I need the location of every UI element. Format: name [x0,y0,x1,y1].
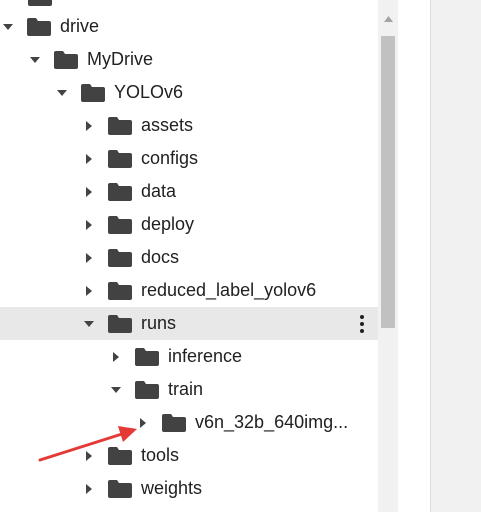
folder-icon [108,183,132,201]
caret-right-icon[interactable] [108,340,124,373]
folder-icon [108,315,132,333]
tree-item-assets[interactable]: assets [0,109,378,142]
folder-icon [135,348,159,366]
folder-icon [54,51,78,69]
tree-item-label: weights [141,478,203,498]
tree-item-label: data [141,181,177,201]
folder-icon [108,117,132,135]
tree-item-docs[interactable]: docs [0,241,378,274]
caret-right-icon[interactable] [81,175,97,208]
folder-icon [135,381,159,399]
folder-icon [162,414,186,432]
tree-item-v6n-32b-640img[interactable]: v6n_32b_640img... [0,406,378,439]
tree-item-label: YOLOv6 [114,82,184,102]
caret-right-icon[interactable] [135,406,151,439]
pane-divider[interactable] [398,0,431,512]
caret-right-icon[interactable] [81,109,97,142]
caret-right-icon[interactable] [81,274,97,307]
folder-icon [108,216,132,234]
tree-item-configs[interactable]: configs [0,142,378,175]
tree-item-label: MyDrive [87,49,153,69]
tree-item-label: configs [141,148,199,168]
folder-icon [27,18,51,36]
tree-item-tools[interactable]: tools [0,439,378,472]
tree-item-drive[interactable]: drive [0,10,378,43]
tree-item-data[interactable]: data [0,175,378,208]
tree-item-label: train [168,379,204,399]
caret-right-icon[interactable] [81,241,97,274]
caret-down-icon[interactable] [0,10,16,43]
more-vert-icon[interactable] [352,307,372,340]
folder-icon [108,480,132,498]
tree-item-label: docs [141,247,180,267]
tree-item-mydrive[interactable]: MyDrive [0,43,378,76]
caret-down-icon[interactable] [81,307,97,340]
folder-icon [108,150,132,168]
tree-item-label: assets [141,115,194,135]
caret-right-icon[interactable] [81,142,97,175]
tree-item-label: runs [141,313,177,333]
caret-right-icon[interactable] [81,208,97,241]
tree-item-reduced-label-yolov6[interactable]: reduced_label_yolov6 [0,274,378,307]
folder-icon [108,447,132,465]
folder-icon [108,282,132,300]
tree-item-deploy[interactable]: deploy [0,208,378,241]
scroll-up-arrow-icon[interactable] [378,12,398,26]
caret-down-icon[interactable] [108,373,124,406]
tree-item-weights[interactable]: weights [0,472,378,505]
caret-down-icon[interactable] [27,43,43,76]
file-tree: drive MyDrive YOLOv6 assets configs data deplo… [0,0,378,512]
caret-right-icon[interactable] [81,472,97,505]
caret-right-icon[interactable] [81,439,97,472]
tree-item-label: drive [60,16,100,36]
scrollbar-thumb[interactable] [381,36,395,328]
tree-item-label: deploy [141,214,195,234]
scrollbar[interactable] [378,0,398,512]
tree-item-yolov6[interactable]: YOLOv6 [0,76,378,109]
tree-item-runs[interactable]: runs [0,307,378,340]
caret-down-icon[interactable] [54,76,70,109]
folder-icon [28,0,52,6]
tree-item-label: reduced_label_yolov6 [141,280,317,300]
folder-icon [108,249,132,267]
tree-item-label: inference [168,346,243,366]
tree-item-train[interactable]: train [0,373,378,406]
tree-item-label: tools [141,445,180,465]
folder-icon [81,84,105,102]
tree-item-label: v6n_32b_640img... [195,412,349,432]
tree-item-inference[interactable]: inference [0,340,378,373]
editor-pane [431,0,481,512]
